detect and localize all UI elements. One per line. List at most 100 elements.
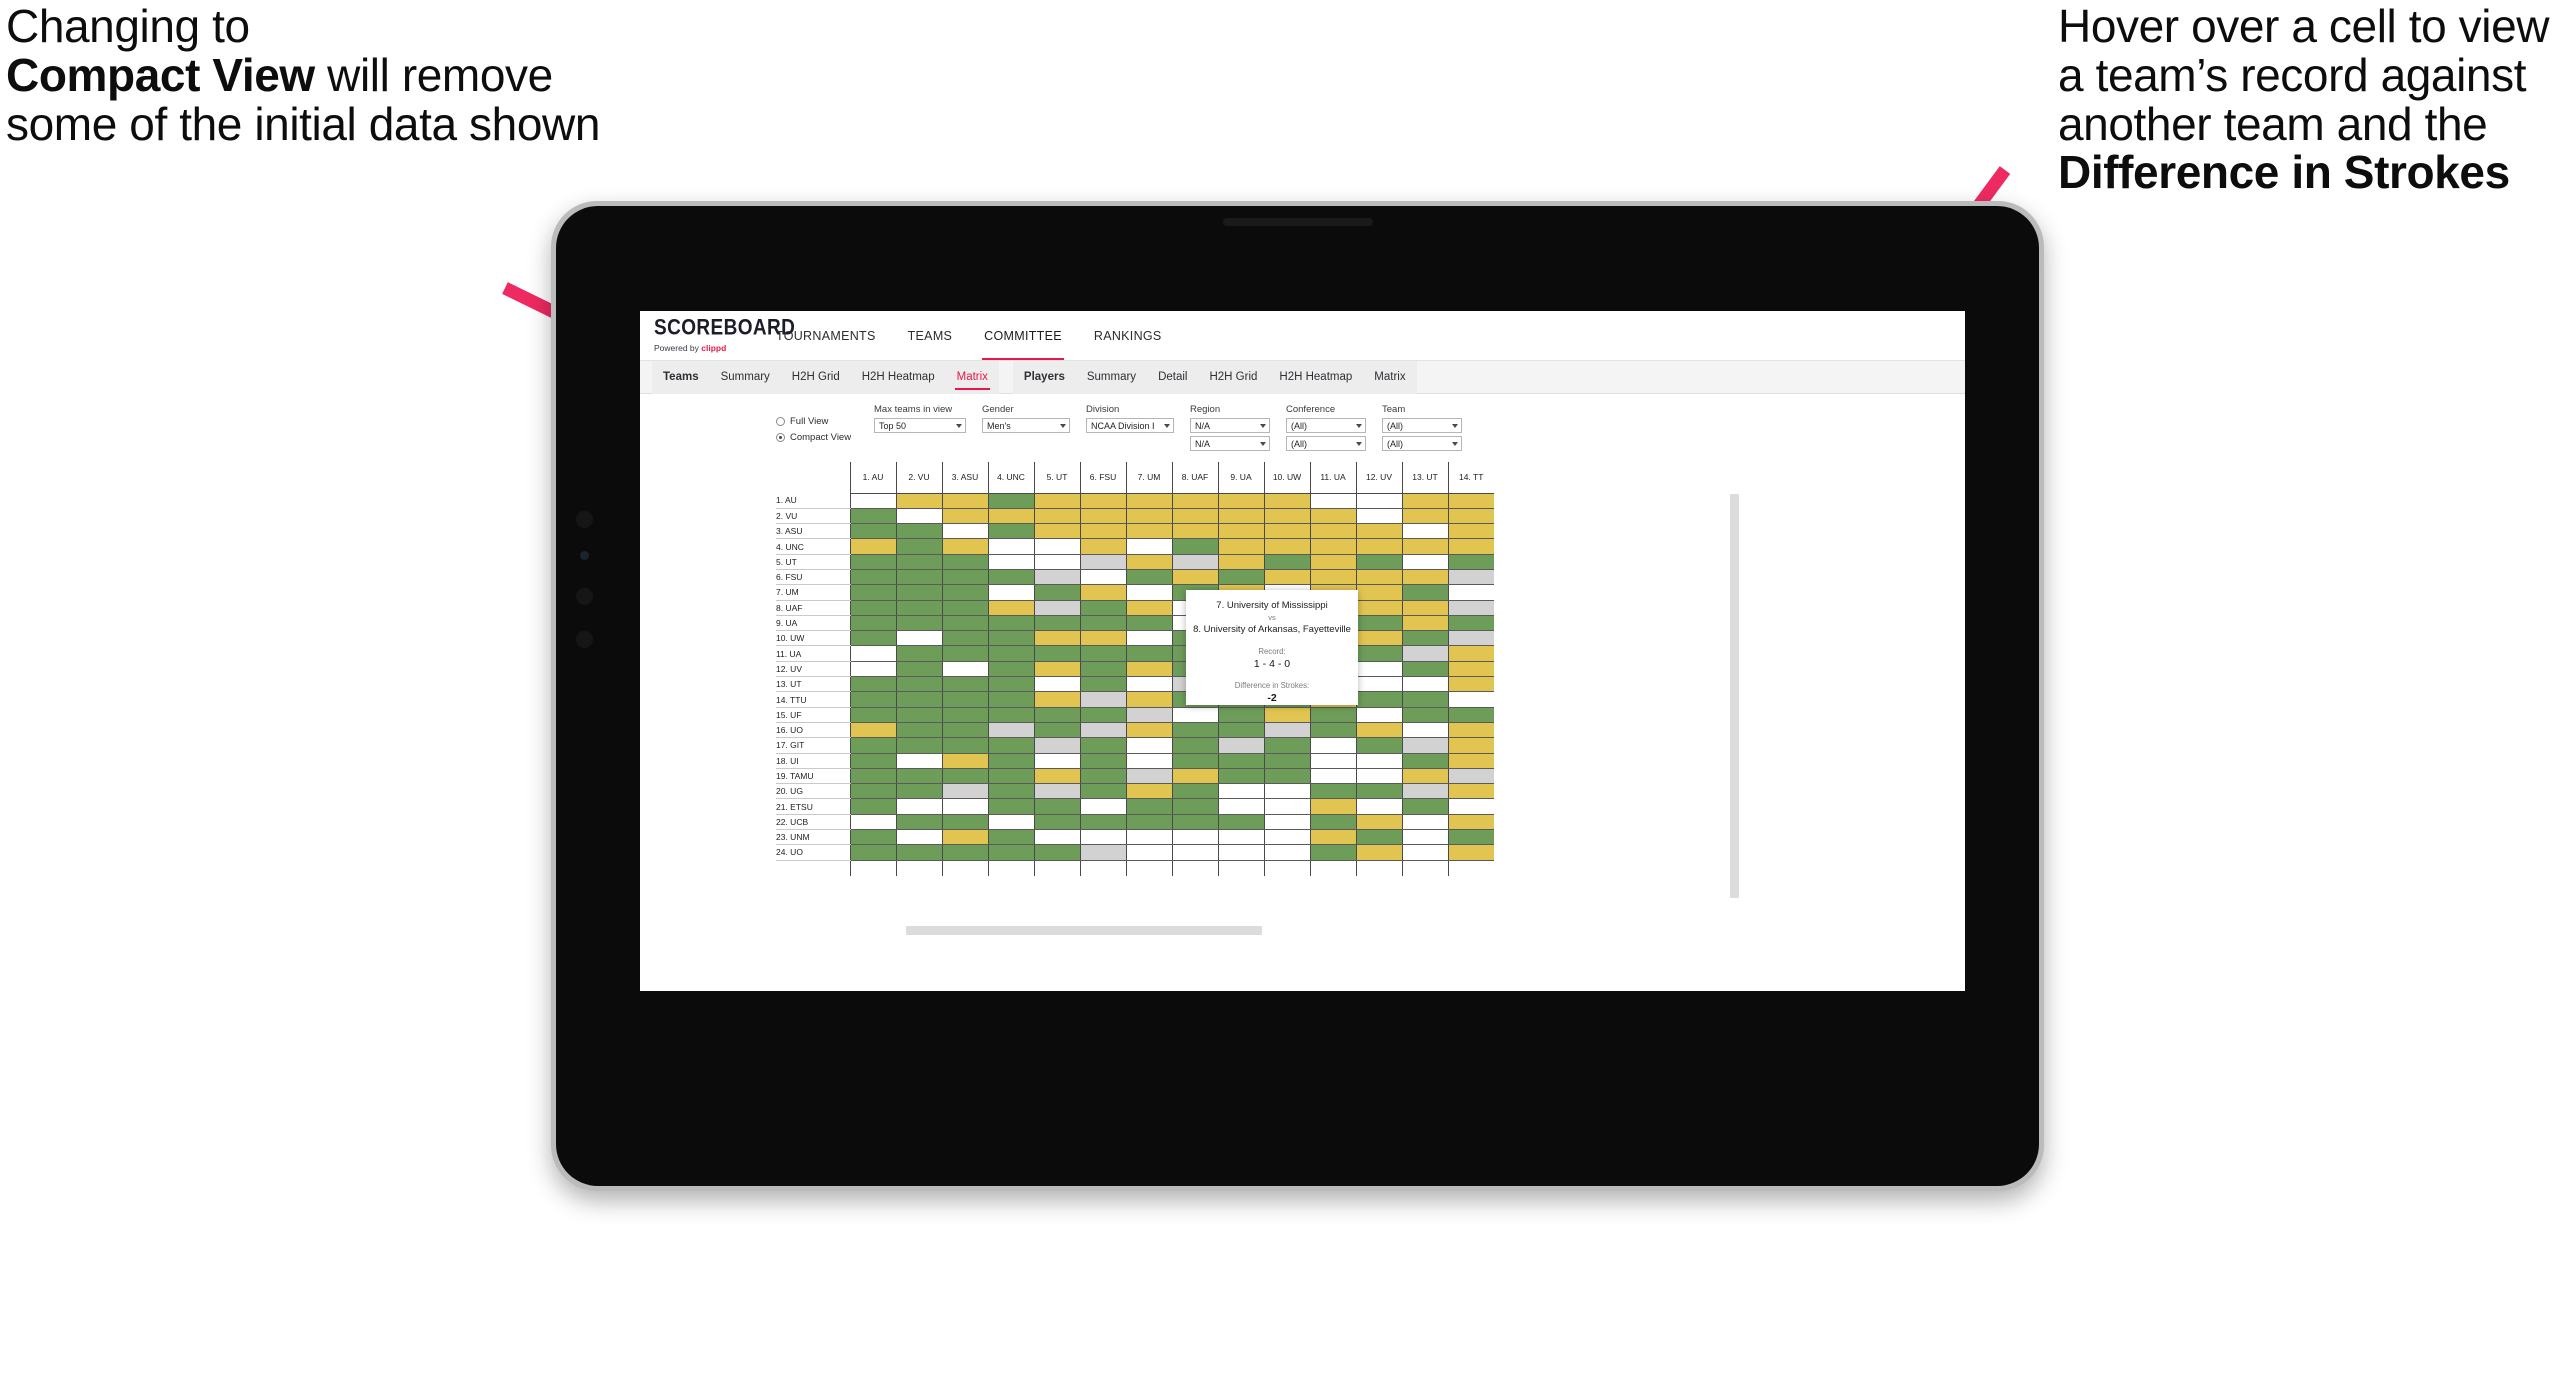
matrix-cell[interactable] — [1447, 707, 1494, 723]
matrix-cell[interactable] — [1217, 538, 1264, 555]
matrix-cell[interactable] — [895, 676, 942, 693]
matrix-cell[interactable] — [849, 600, 896, 616]
matrix-cell[interactable] — [1171, 844, 1218, 861]
matrix-cell[interactable] — [987, 814, 1034, 831]
matrix-cell[interactable] — [1171, 814, 1218, 831]
matrix-cell[interactable] — [1217, 493, 1264, 509]
matrix-cell[interactable] — [849, 707, 896, 723]
matrix-cell[interactable] — [1447, 493, 1494, 509]
matrix-cell[interactable] — [895, 538, 942, 555]
matrix-cell[interactable] — [1309, 569, 1356, 586]
matrix-cell[interactable] — [1217, 783, 1264, 800]
matrix-cell[interactable] — [987, 737, 1034, 754]
matrix-cell[interactable] — [941, 829, 988, 846]
matrix-cell[interactable] — [987, 523, 1034, 540]
matrix-cell[interactable] — [1309, 523, 1356, 540]
matrix-cell[interactable] — [1309, 538, 1356, 555]
matrix-cell[interactable] — [1079, 584, 1126, 601]
subnav-players-summary[interactable]: Summary — [1076, 361, 1147, 394]
matrix-cell[interactable] — [987, 615, 1034, 632]
subnav-teams-h2h-grid[interactable]: H2H Grid — [781, 361, 851, 394]
matrix-cell[interactable] — [1125, 493, 1172, 509]
matrix-cell[interactable] — [1217, 737, 1264, 754]
matrix-cell[interactable] — [895, 829, 942, 846]
matrix-cell[interactable] — [941, 676, 988, 693]
matrix-cell[interactable] — [849, 676, 896, 693]
radio-full-view[interactable]: Full View — [776, 416, 858, 427]
matrix-cell[interactable] — [895, 783, 942, 800]
matrix-cell[interactable] — [1447, 722, 1494, 739]
matrix-cell[interactable] — [849, 814, 896, 831]
matrix-cell[interactable] — [1309, 844, 1356, 861]
matrix-cell[interactable] — [1263, 493, 1310, 509]
matrix-cell[interactable] — [1217, 523, 1264, 540]
matrix-cell[interactable] — [1401, 676, 1448, 693]
matrix-cell[interactable] — [1263, 798, 1310, 815]
matrix-cell[interactable] — [1033, 615, 1080, 632]
matrix-cell[interactable] — [1263, 844, 1310, 861]
matrix-cell[interactable] — [1217, 768, 1264, 785]
matrix-cell[interactable] — [987, 753, 1034, 769]
matrix-cell[interactable] — [895, 569, 942, 586]
matrix-cell[interactable] — [849, 691, 896, 708]
matrix-cell[interactable] — [987, 783, 1034, 800]
matrix-cell[interactable] — [987, 645, 1034, 662]
matrix-cell[interactable] — [1079, 615, 1126, 632]
matrix-cell[interactable] — [895, 600, 942, 616]
matrix-cell[interactable] — [1401, 798, 1448, 815]
matrix-cell[interactable] — [941, 493, 988, 509]
matrix-cell[interactable] — [1125, 600, 1172, 616]
vertical-scrollbar[interactable] — [1730, 494, 1739, 898]
matrix-cell[interactable] — [1401, 630, 1448, 647]
matrix-cell[interactable] — [941, 538, 988, 555]
matrix-cell[interactable] — [1355, 538, 1402, 555]
matrix-cell[interactable] — [987, 661, 1034, 678]
matrix-cell[interactable] — [1355, 508, 1402, 525]
filter-conference-select-1[interactable]: (All) — [1286, 418, 1366, 433]
matrix-cell[interactable] — [1309, 753, 1356, 769]
matrix-cell[interactable] — [849, 584, 896, 601]
matrix-cell[interactable] — [1447, 844, 1494, 861]
matrix-cell[interactable] — [1033, 554, 1080, 570]
matrix-cell[interactable] — [849, 554, 896, 570]
matrix-cell[interactable] — [1033, 584, 1080, 601]
matrix-cell[interactable] — [1125, 844, 1172, 861]
matrix-cell[interactable] — [1401, 600, 1448, 616]
matrix-cell[interactable] — [941, 722, 988, 739]
matrix-cell[interactable] — [987, 768, 1034, 785]
matrix-cell[interactable] — [1079, 554, 1126, 570]
matrix-cell[interactable] — [1401, 737, 1448, 754]
matrix-cell[interactable] — [1447, 737, 1494, 754]
matrix-cell[interactable] — [1033, 844, 1080, 861]
subnav-players-matrix[interactable]: Matrix — [1363, 361, 1416, 394]
matrix-cell[interactable] — [1355, 753, 1402, 769]
matrix-cell[interactable] — [1033, 523, 1080, 540]
matrix-cell[interactable] — [1401, 829, 1448, 846]
matrix-cell[interactable] — [941, 600, 988, 616]
matrix-cell[interactable] — [1401, 844, 1448, 861]
matrix-cell[interactable] — [941, 798, 988, 815]
matrix-cell[interactable] — [1217, 829, 1264, 846]
matrix-cell[interactable] — [849, 844, 896, 861]
matrix-cell[interactable] — [1401, 753, 1448, 769]
matrix-cell[interactable] — [1401, 569, 1448, 586]
matrix-cell[interactable] — [1309, 829, 1356, 846]
matrix-cell[interactable] — [987, 844, 1034, 861]
matrix-cell[interactable] — [1217, 798, 1264, 815]
matrix-cell[interactable] — [1125, 722, 1172, 739]
nav-item-rankings[interactable]: RANKINGS — [1078, 311, 1178, 360]
matrix-cell[interactable] — [1447, 798, 1494, 815]
matrix-cell[interactable] — [1171, 523, 1218, 540]
matrix-cell[interactable] — [1125, 691, 1172, 708]
matrix-cell[interactable] — [895, 630, 942, 647]
matrix-cell[interactable] — [1125, 798, 1172, 815]
matrix-cell[interactable] — [849, 768, 896, 785]
matrix-cell[interactable] — [1263, 737, 1310, 754]
matrix-cell[interactable] — [895, 584, 942, 601]
matrix-cell[interactable] — [1079, 768, 1126, 785]
matrix-cell[interactable] — [1171, 753, 1218, 769]
matrix-cell[interactable] — [1401, 645, 1448, 662]
matrix-cell[interactable] — [987, 538, 1034, 555]
matrix-cell[interactable] — [895, 844, 942, 861]
matrix-cell[interactable] — [1401, 691, 1448, 708]
